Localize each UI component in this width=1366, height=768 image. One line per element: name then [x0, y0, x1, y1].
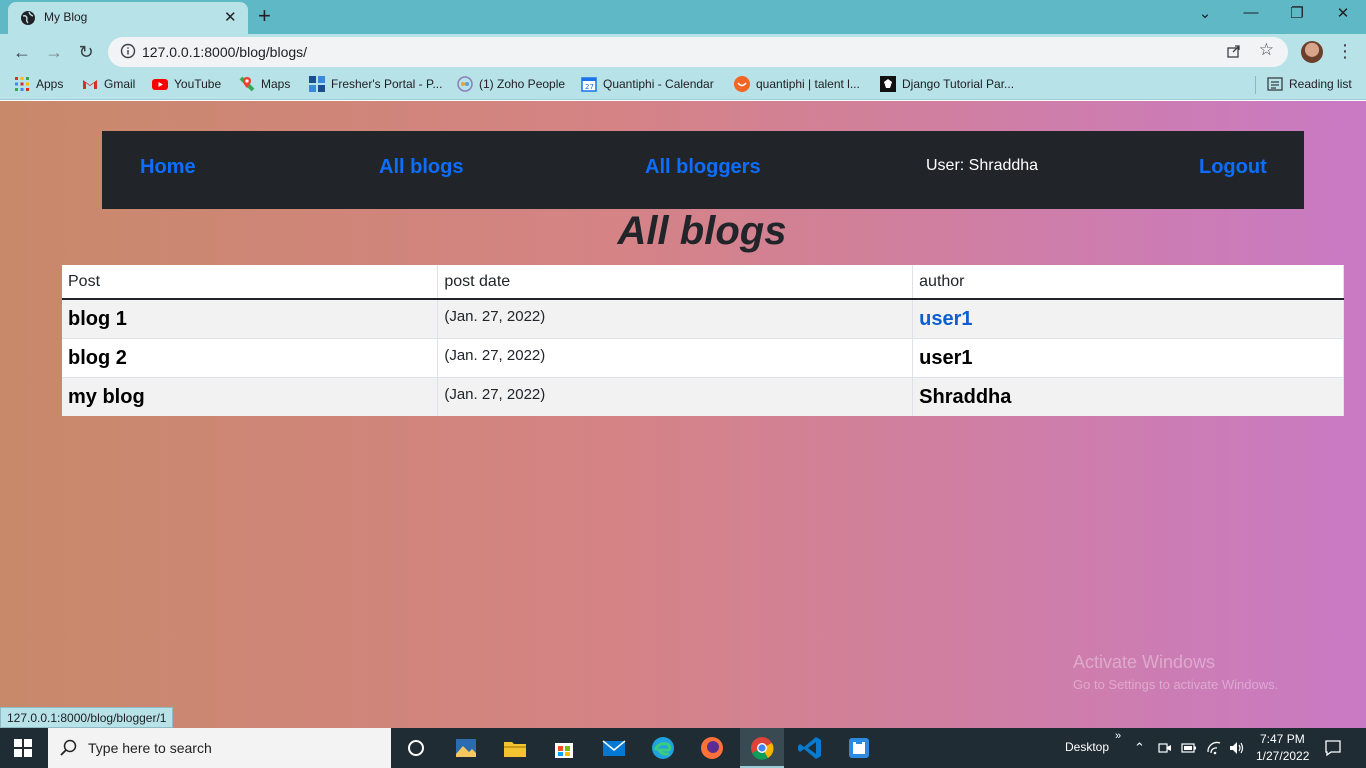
task-view-icon[interactable] — [402, 734, 430, 762]
bookmark-quantiphi-talent[interactable]: quantiphi | talent l... — [734, 76, 860, 94]
django-icon — [880, 76, 896, 92]
post-date: (Jan. 27, 2022) — [444, 308, 546, 325]
site-navbar: Home All blogs All bloggers User: Shradd… — [102, 131, 1304, 209]
column-header-post-date: post date — [437, 265, 914, 300]
browser-tab[interactable]: My Blog ✕ — [8, 2, 248, 34]
snipping-tool-icon[interactable] — [845, 734, 873, 762]
url-text[interactable]: 127.0.0.1:8000/blog/blogs/ — [142, 44, 307, 60]
current-user-label: User: Shraddha — [926, 157, 1039, 174]
site-info-icon[interactable] — [120, 43, 136, 59]
apps-grid-icon — [15, 77, 29, 91]
chrome-icon[interactable] — [748, 734, 776, 762]
bookmarks-separator — [1255, 76, 1256, 94]
page-content: Home All blogs All bloggers User: Shradd… — [0, 101, 1366, 728]
toolbar-chevron-icon[interactable]: » — [1115, 730, 1121, 742]
show-hidden-icons-icon[interactable]: ⌃ — [1134, 740, 1145, 756]
address-bar[interactable]: 127.0.0.1:8000/blog/blogs/ ☆ — [108, 37, 1288, 67]
portal-icon — [309, 76, 325, 92]
nav-logout-link[interactable]: Logout — [1199, 156, 1267, 179]
windows-taskbar: Type here to search Desktop » ⌃ 7:47 PM … — [0, 728, 1366, 768]
svg-text:27: 27 — [585, 83, 594, 91]
globe-icon — [21, 11, 35, 25]
back-arrow-icon[interactable]: ← — [9, 40, 35, 64]
activate-windows-subtext: Go to Settings to activate Windows. — [1073, 677, 1279, 692]
profile-avatar[interactable] — [1301, 41, 1323, 63]
calendar-icon: 27 — [581, 77, 597, 92]
table-row: blog 1 (Jan. 27, 2022) user1 — [62, 298, 1344, 338]
author-name[interactable]: Shraddha — [919, 386, 1011, 408]
bookmark-youtube[interactable]: YouTube — [152, 76, 221, 94]
bookmark-reading-list[interactable]: Reading list — [1267, 76, 1352, 94]
mail-app-icon[interactable] — [600, 734, 628, 762]
store-app-icon[interactable] — [550, 734, 578, 762]
nav-all-blogs-link[interactable]: All blogs — [379, 156, 463, 179]
post-date: (Jan. 27, 2022) — [444, 385, 546, 403]
bookmark-zoho-people[interactable]: (1) Zoho People — [457, 76, 565, 94]
close-window-button[interactable]: ✕ — [1328, 4, 1358, 22]
nav-all-bloggers-link[interactable]: All bloggers — [645, 156, 761, 179]
clock-time[interactable]: 7:47 PM — [1260, 732, 1305, 746]
file-explorer-icon[interactable] — [501, 734, 529, 762]
volume-icon[interactable] — [1228, 740, 1246, 756]
blogs-table: Post post date author blog 1 (Jan. 27, 2… — [62, 265, 1344, 416]
reload-icon[interactable]: ↻ — [73, 40, 99, 64]
vscode-icon[interactable] — [796, 734, 824, 762]
blog-post-link[interactable]: my blog — [68, 386, 145, 408]
wifi-icon[interactable] — [1206, 740, 1222, 756]
post-date: (Jan. 27, 2022) — [444, 346, 546, 364]
restore-button[interactable]: ❐ — [1282, 4, 1312, 22]
bookmark-django-tutorial[interactable]: Django Tutorial Par... — [880, 76, 1014, 94]
edge-browser-icon[interactable] — [649, 734, 677, 762]
firefox-icon[interactable] — [698, 734, 726, 762]
bookmark-maps[interactable]: Maps — [239, 76, 290, 94]
column-header-author: author — [912, 265, 1344, 300]
clock-date[interactable]: 1/27/2022 — [1256, 749, 1309, 763]
minimize-button[interactable]: — — [1236, 4, 1266, 21]
table-header-row: Post post date author — [62, 265, 1344, 300]
search-icon — [60, 739, 77, 756]
author-link[interactable]: user1 — [919, 308, 972, 330]
search-placeholder: Type here to search — [88, 740, 212, 756]
nav-home-link[interactable]: Home — [140, 156, 196, 179]
menu-dots-icon[interactable]: ⋮ — [1336, 41, 1354, 61]
table-row: my blog (Jan. 27, 2022) Shraddha — [62, 376, 1344, 416]
bookmark-star-icon[interactable]: ☆ — [1259, 40, 1274, 60]
activate-windows-watermark: Activate Windows — [1073, 652, 1216, 672]
tab-title: My Blog — [44, 10, 88, 24]
reading-list-icon — [1267, 77, 1283, 91]
forward-arrow-icon[interactable]: → — [41, 40, 67, 64]
column-header-post: Post — [62, 265, 439, 300]
windows-start-icon[interactable] — [14, 739, 32, 757]
browser-titlebar: My Blog ✕ + ⌄ — ❐ ✕ — [0, 0, 1366, 34]
photos-app-icon[interactable] — [452, 734, 480, 762]
share-icon[interactable] — [1226, 43, 1242, 59]
author-name[interactable]: user1 — [919, 347, 972, 369]
bookmark-freshers-portal[interactable]: Fresher's Portal - P... — [309, 76, 442, 94]
desktop-toolbar-label[interactable]: Desktop — [1065, 740, 1109, 754]
youtube-icon — [152, 79, 168, 90]
status-bar-url: 127.0.0.1:8000/blog/blogger/1 — [0, 707, 174, 728]
notifications-icon[interactable] — [1324, 739, 1342, 757]
bookmarks-bar: Apps Gmail YouTube Maps Fresher's Portal… — [0, 70, 1366, 100]
battery-icon[interactable] — [1181, 741, 1197, 755]
gmail-icon — [83, 80, 97, 89]
bookmark-quantiphi-calendar[interactable]: 27 Quantiphi - Calendar — [581, 76, 714, 94]
new-tab-button[interactable]: + — [258, 4, 271, 28]
blog-post-link[interactable]: blog 2 — [68, 347, 127, 369]
taskbar-search-box[interactable]: Type here to search — [48, 728, 391, 768]
maps-icon — [239, 76, 255, 92]
talent-icon — [734, 76, 750, 92]
bookmark-apps[interactable]: Apps — [14, 76, 63, 94]
bookmark-gmail[interactable]: Gmail — [82, 76, 135, 94]
meet-now-icon[interactable] — [1158, 741, 1172, 755]
page-title: All blogs — [617, 209, 787, 253]
browser-toolbar: ← → ↻ 127.0.0.1:8000/blog/blogs/ ☆ ⋮ — [0, 34, 1366, 70]
blog-post-link[interactable]: blog 1 — [68, 308, 127, 330]
tab-search-icon[interactable]: ⌄ — [1190, 4, 1220, 22]
tab-close-icon[interactable]: ✕ — [224, 8, 237, 26]
table-row: blog 2 (Jan. 27, 2022) user1 — [62, 337, 1344, 377]
zoho-icon — [457, 76, 473, 92]
